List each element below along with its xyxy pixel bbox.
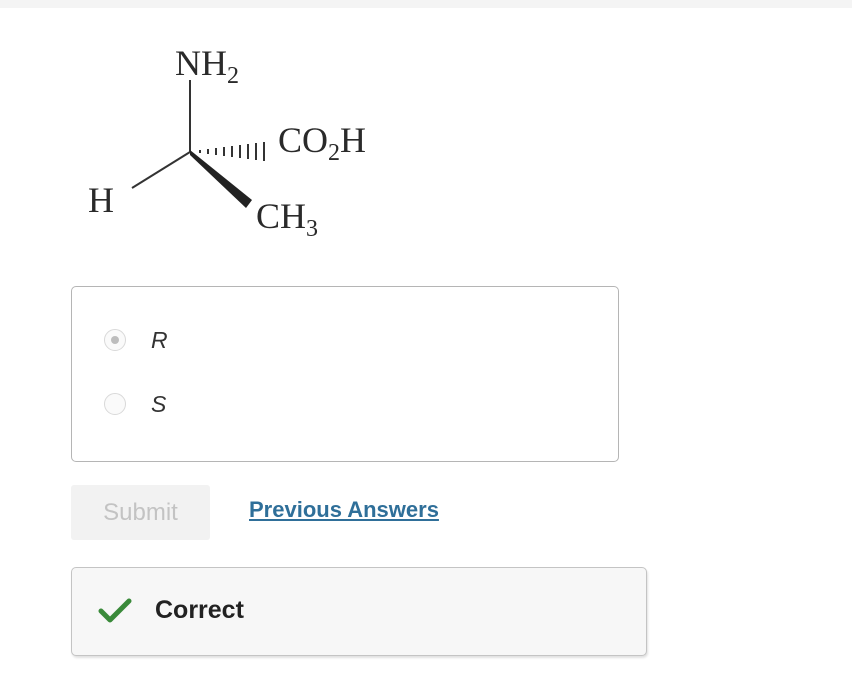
submit-button[interactable]: Submit: [71, 485, 210, 540]
option-r-label: R: [151, 326, 168, 353]
bond-left: [131, 151, 191, 189]
h-label: H: [88, 180, 114, 220]
feedback-text: Correct: [155, 596, 244, 624]
option-s-label: S: [151, 390, 167, 417]
ch3-label: CH3: [256, 196, 318, 242]
answer-options: R S: [71, 286, 619, 462]
top-bar: [0, 0, 852, 8]
radio-r[interactable]: [104, 329, 126, 351]
hashed-bond: [199, 142, 265, 161]
radio-selected-dot: [111, 336, 119, 344]
option-r[interactable]: R: [104, 327, 168, 353]
wedge-bond: [190, 150, 252, 208]
checkmark-icon: [98, 598, 132, 623]
co2h-label: CO2H: [278, 120, 366, 166]
option-s[interactable]: S: [104, 391, 166, 417]
nh2-label: NH2: [175, 43, 239, 89]
previous-answers-link[interactable]: Previous Answers: [249, 497, 439, 523]
molecule-structure: NH2 CO2H H CH3: [88, 43, 366, 242]
radio-s[interactable]: [104, 393, 126, 415]
feedback-box: Correct: [71, 567, 647, 656]
